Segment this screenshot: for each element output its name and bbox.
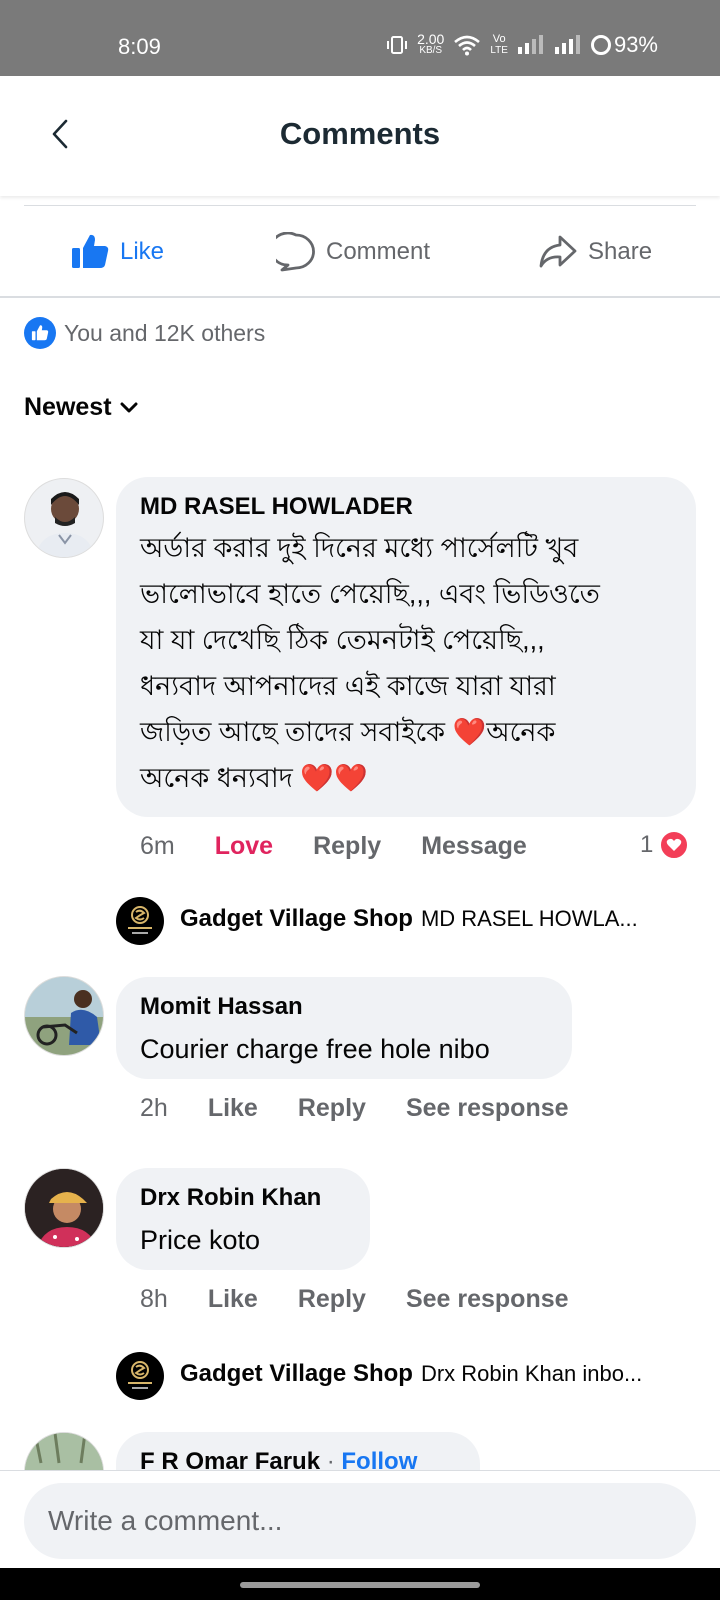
like-button[interactable]: Like	[208, 1094, 258, 1123]
reply-text: Drx Robin Khan inbo...	[420, 1361, 643, 1386]
volte-indicator: Vo LTE	[490, 33, 508, 57]
share-button[interactable]: Share	[538, 232, 652, 272]
avatar[interactable]	[24, 478, 104, 558]
signal-icon	[554, 35, 580, 54]
comment-author-row: F R Omar Faruk · Follow	[140, 1446, 456, 1470]
comment-bubble[interactable]: F R Omar Faruk · Follow	[116, 1432, 480, 1470]
love-reaction-button[interactable]: Love	[215, 832, 273, 861]
comment-bubble[interactable]: Momit Hassan Courier charge free hole ni…	[116, 977, 572, 1079]
comment-meta: 6m Love Reply Message	[140, 832, 567, 861]
reaction-count-value: 1	[640, 831, 654, 858]
home-gesture-handle[interactable]	[240, 1582, 480, 1588]
reply-text: MD RASEL HOWLA...	[420, 906, 638, 931]
avatar[interactable]	[116, 897, 164, 945]
net-speed-unit: KB/S	[419, 45, 443, 56]
comment-author[interactable]: Momit Hassan	[140, 991, 548, 1023]
comment-line: ধন্যবাদ আপনাদের এই কাজে যারা যারা	[140, 671, 556, 701]
comment-line: ভালোভাবে হাতে পেয়েছি,,, এবং ভিডিওতে	[140, 579, 600, 609]
header: Comments	[0, 76, 720, 196]
avatar[interactable]	[24, 1432, 104, 1470]
comment-time: 2h	[140, 1094, 168, 1122]
heart-icon	[659, 830, 690, 860]
battery-icon	[590, 35, 611, 55]
comment-author[interactable]: Drx Robin Khan	[140, 1182, 346, 1214]
like-reaction-icon	[24, 317, 56, 349]
net-speed-value: 2.00	[417, 31, 445, 47]
comment-text: অর্ডার করার দুই দিনের মধ্যে পার্সেলটি খু…	[140, 525, 672, 801]
like-button[interactable]: Like	[208, 1285, 258, 1314]
comment-author[interactable]: F R Omar Faruk	[140, 1448, 320, 1470]
reply-button[interactable]: Reply	[313, 832, 381, 861]
reply-button[interactable]: Reply	[298, 1285, 366, 1314]
comment-partial: F R Omar Faruk · Follow	[0, 1400, 720, 1470]
signal-icon	[517, 35, 543, 54]
see-response-button[interactable]: See response	[406, 1285, 569, 1314]
status-bar: 8:09 2.00 KB/S Vo LTE 93%	[0, 0, 720, 76]
divider	[24, 205, 696, 206]
comment-button[interactable]: Comment	[276, 232, 430, 272]
battery-percent: 93%	[613, 32, 658, 57]
comment-bubble-icon	[276, 232, 315, 272]
comment-label: Comment	[326, 238, 431, 265]
sort-dropdown[interactable]: Newest	[24, 393, 138, 422]
comment-bubble[interactable]: Drx Robin Khan Price koto	[116, 1168, 370, 1270]
comment-line: যা যা দেখেছি ঠিক তেমনটাই পেয়েছি,,,	[140, 625, 545, 655]
reaction-count[interactable]: 1	[640, 830, 690, 860]
vibrate-icon	[387, 36, 408, 54]
status-icons: 2.00 KB/S Vo LTE 93%	[386, 32, 658, 58]
reply-author[interactable]: Gadget Village Shop	[180, 905, 413, 933]
comment-line: জড়িত আছে তাদের সবাইকে ❤️অনেক	[140, 717, 556, 747]
system-nav-bar	[0, 1568, 720, 1600]
see-response-button[interactable]: See response	[406, 1094, 569, 1123]
comment-time: 6m	[140, 832, 175, 860]
follow-button[interactable]: Follow	[341, 1448, 417, 1470]
thumbs-up-icon	[72, 234, 109, 268]
reply-preview[interactable]: Gadget Village Shop MD RASEL HOWLA...	[180, 905, 720, 933]
status-time: 8:09	[118, 34, 161, 59]
comment-author[interactable]: MD RASEL HOWLADER	[140, 491, 672, 523]
message-button[interactable]: Message	[421, 832, 527, 861]
comment-composer	[0, 1470, 720, 1568]
reactions-summary[interactable]: You and 12K others	[24, 317, 265, 349]
volte-top: Vo	[492, 33, 506, 45]
divider	[0, 296, 720, 298]
reply-author[interactable]: Gadget Village Shop	[180, 1360, 413, 1388]
share-label: Share	[588, 238, 653, 265]
chevron-down-icon	[120, 402, 138, 412]
wifi-icon	[454, 35, 481, 56]
comment-line: অনেক ধন্যবাদ ❤️❤️	[140, 763, 368, 793]
avatar[interactable]	[24, 1168, 104, 1248]
reactions-text: You and 12K others	[64, 319, 266, 346]
comment-text: Price koto	[140, 1225, 261, 1255]
comment-text: Courier charge free hole nibo	[140, 1034, 490, 1064]
post-action-bar: Like Comment Share	[0, 212, 720, 296]
comment-meta: 8h Like Reply See response	[140, 1285, 609, 1314]
sort-label: Newest	[24, 393, 112, 421]
like-label: Like	[120, 238, 165, 265]
avatar[interactable]	[24, 976, 104, 1056]
like-button[interactable]: Like	[70, 232, 164, 272]
reply-button[interactable]: Reply	[298, 1094, 366, 1123]
comment-line: অর্ডার করার দুই দিনের মধ্যে পার্সেলটি খু…	[140, 533, 579, 563]
separator-dot: ·	[326, 1448, 335, 1470]
volte-bottom: LTE	[490, 45, 508, 56]
comment-input[interactable]	[24, 1483, 696, 1559]
avatar[interactable]	[116, 1352, 164, 1400]
reply-preview[interactable]: Gadget Village Shop Drx Robin Khan inbo.…	[180, 1360, 720, 1388]
comment-meta: 2h Like Reply See response	[140, 1094, 609, 1123]
net-speed: 2.00 KB/S	[417, 31, 445, 56]
comment-time: 8h	[140, 1285, 168, 1313]
page-title: Comments	[279, 116, 441, 151]
comment-bubble[interactable]: MD RASEL HOWLADER অর্ডার করার দুই দিনের …	[116, 477, 696, 817]
share-arrow-icon	[539, 235, 577, 268]
